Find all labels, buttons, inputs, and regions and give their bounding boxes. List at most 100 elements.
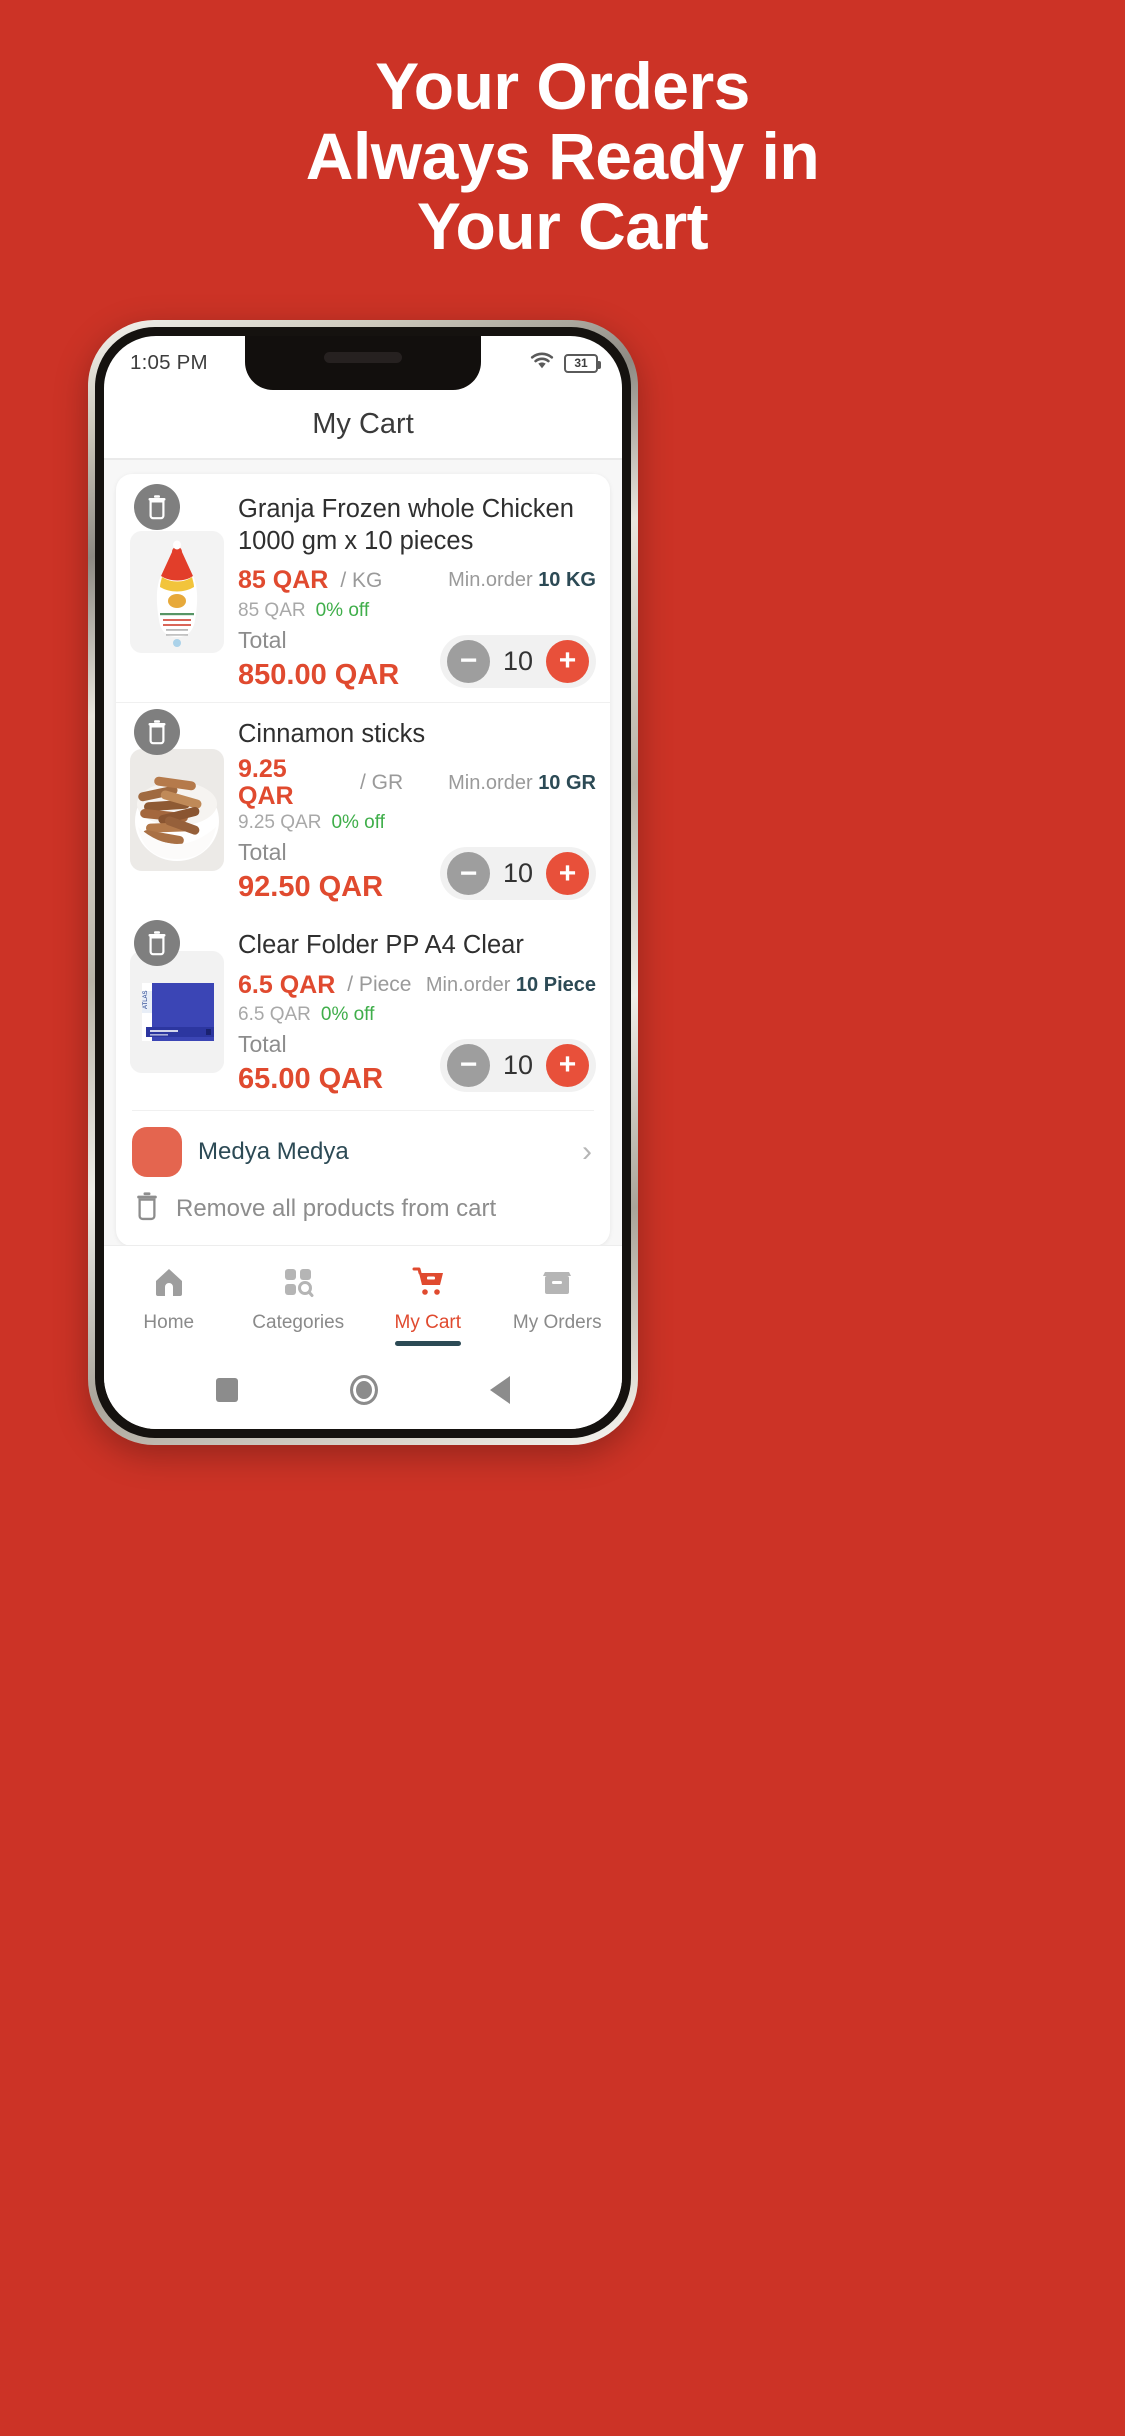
product-image-clear-folder: ATLAS <box>130 950 224 1073</box>
total-block: Total 850.00 QAR − 10 + <box>238 626 596 692</box>
cart-scroll-area[interactable]: Granja Frozen whole Chicken 1000 gm x 10… <box>104 460 622 1277</box>
status-time: 1:05 PM <box>130 351 208 374</box>
delete-item-button[interactable] <box>134 484 180 530</box>
min-order-value: 10 GR <box>538 771 596 794</box>
tab-my-cart[interactable]: My Cart <box>363 1264 493 1346</box>
product-name: Granja Frozen whole Chicken 1000 gm x 10… <box>238 495 574 555</box>
increase-quantity-button[interactable]: + <box>546 639 589 683</box>
delete-item-button[interactable] <box>134 708 180 755</box>
discount-percent: 0% off <box>320 1004 375 1025</box>
quantity-stepper[interactable]: − 10 + <box>440 847 596 901</box>
unit-price: 6.5 QAR <box>238 970 336 999</box>
trash-icon <box>148 495 166 520</box>
battery-icon: 31 <box>564 353 601 373</box>
promo-line-3: Your Cart <box>416 188 709 263</box>
wifi-icon <box>529 351 555 376</box>
delete-item-button[interactable] <box>134 920 180 967</box>
tab-label: Home <box>143 1311 195 1333</box>
active-tab-indicator <box>394 1340 461 1346</box>
tab-label: Categories <box>252 1311 345 1333</box>
triangle-back-icon[interactable] <box>490 1376 510 1404</box>
header-divider <box>104 458 622 460</box>
old-price: 9.25 QAR <box>238 812 322 834</box>
price-line: 6.5 QAR / Piece Min.order 10 Piece <box>238 968 596 1002</box>
min-order: Min.order 10 Piece <box>426 974 596 997</box>
discount-percent: 0% off <box>315 599 370 621</box>
old-price: 85 QAR <box>238 599 306 621</box>
cart-item-row[interactable]: Cinnamon sticks 9.25 QAR / GR Min.order … <box>116 701 610 915</box>
seller-row[interactable]: Medya Medya › <box>116 1111 610 1187</box>
product-info: Granja Frozen whole Chicken 1000 gm x 10… <box>238 492 596 692</box>
total-left: Total 65.00 QAR <box>238 1030 440 1096</box>
decrease-quantity-button[interactable]: − <box>447 852 490 896</box>
status-bar: 1:05 PM 31 <box>104 336 622 390</box>
decrease-quantity-button[interactable]: − <box>447 1043 490 1087</box>
total-block: Total 92.50 QAR − 10 + <box>238 838 596 904</box>
tab-label: My Cart <box>394 1311 462 1333</box>
svg-text:ATLAS: ATLAS <box>143 990 149 1009</box>
total-label: Total <box>238 839 287 866</box>
product-name: Cinnamon sticks <box>238 719 426 748</box>
quantity-stepper[interactable]: − 10 + <box>440 1038 596 1092</box>
old-price: 6.5 QAR <box>238 1004 311 1025</box>
remove-all-label: Remove all products from cart <box>176 1194 497 1222</box>
box-icon <box>539 1264 575 1305</box>
phone-device-mockup: 1:05 PM 31 My Cart Granja Frozen whole C… <box>88 320 638 1445</box>
quantity-value: 10 <box>502 645 534 676</box>
total-left: Total 92.50 QAR <box>238 838 440 904</box>
product-info: Cinnamon sticks 9.25 QAR / GR Min.order … <box>238 717 596 905</box>
product-thumbnail-wrap: ATLAS <box>130 920 224 1096</box>
trash-icon <box>134 1191 160 1226</box>
promo-headline: Your Orders Always Ready in Your Cart <box>0 49 1125 263</box>
cart-item-row[interactable]: ATLAS Clear Folder PP A4 Clear 6.5 QAR /… <box>116 914 610 1106</box>
promo-line-2: Always Ready in <box>305 118 820 193</box>
total-label: Total <box>238 1031 287 1057</box>
cart-item-row[interactable]: Granja Frozen whole Chicken 1000 gm x 10… <box>116 478 610 702</box>
total-block: Total 65.00 QAR − 10 + <box>238 1030 596 1096</box>
chevron-right-icon[interactable]: › <box>582 1137 592 1167</box>
app-header: My Cart <box>104 390 622 458</box>
product-thumbnail-wrap <box>130 708 224 905</box>
home-icon <box>151 1264 187 1305</box>
square-icon[interactable] <box>216 1378 238 1402</box>
price-line: 85 QAR / KG Min.order 10 KG <box>238 564 596 598</box>
total-left: Total 850.00 QAR <box>238 626 440 692</box>
min-order: Min.order 10 KG <box>448 569 596 592</box>
bottom-tab-bar: Home Categories My Cart My Orders <box>104 1245 622 1351</box>
increase-quantity-button[interactable]: + <box>546 1043 589 1087</box>
tab-home[interactable]: Home <box>104 1264 234 1334</box>
remove-all-products-button[interactable]: Remove all products from cart <box>116 1187 610 1238</box>
circle-icon[interactable] <box>350 1375 378 1405</box>
trash-icon <box>148 719 166 744</box>
discount-line: 9.25 QAR 0% off <box>238 812 596 834</box>
total-value: 850.00 QAR <box>238 658 400 691</box>
product-image-granja-chicken <box>130 530 224 653</box>
android-navigation-bar <box>104 1351 622 1429</box>
promo-line-1: Your Orders <box>375 49 750 123</box>
min-order: Min.order 10 GR <box>448 772 596 795</box>
quantity-stepper[interactable]: − 10 + <box>440 634 596 688</box>
unit-price: 85 QAR <box>238 566 329 595</box>
decrease-quantity-button[interactable]: − <box>447 639 490 683</box>
tab-label: My Orders <box>512 1311 602 1333</box>
min-order-value: 10 Piece <box>515 973 596 996</box>
product-image-cinnamon-sticks <box>130 749 224 872</box>
increase-quantity-button[interactable]: + <box>546 852 589 896</box>
quantity-value: 10 <box>502 1049 534 1080</box>
cart-card: Granja Frozen whole Chicken 1000 gm x 10… <box>116 474 610 1247</box>
product-thumbnail-wrap <box>130 484 224 692</box>
price-line: 9.25 QAR / GR Min.order 10 GR <box>238 756 596 810</box>
total-value: 65.00 QAR <box>238 1062 384 1095</box>
shopping-cart-icon <box>410 1264 446 1305</box>
seller-name: Medya Medya <box>198 1138 349 1166</box>
tab-categories[interactable]: Categories <box>234 1264 364 1334</box>
discount-line: 6.5 QAR 0% off <box>238 1004 596 1026</box>
tab-my-orders[interactable]: My Orders <box>493 1264 623 1334</box>
discount-line: 85 QAR 0% off <box>238 600 596 622</box>
product-name: Clear Folder PP A4 Clear <box>238 931 524 960</box>
page-title: My Cart <box>312 407 414 440</box>
unit-price: 9.25 QAR <box>238 755 294 811</box>
min-order-label: Min.order <box>448 771 533 794</box>
product-info: Clear Folder PP A4 Clear 6.5 QAR / Piece… <box>238 928 596 1096</box>
min-order-label: Min.order <box>448 569 533 592</box>
